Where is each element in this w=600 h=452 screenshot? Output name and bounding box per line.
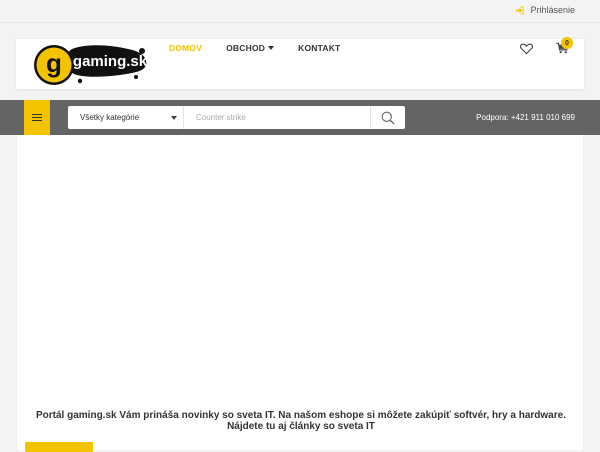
category-selected: Všetky kategórie	[80, 113, 140, 122]
search-bar: Všetky kategórie Podpora: +421 911 010 6…	[0, 100, 600, 135]
caret-down-icon	[171, 115, 177, 120]
cart-count-badge: 0	[561, 37, 573, 49]
logo-letter: g	[46, 48, 62, 78]
top-bar: Prihlásenie	[0, 0, 600, 23]
menu-button[interactable]	[24, 100, 50, 135]
nav-home[interactable]: DOMOV	[169, 43, 202, 53]
caret-down-icon	[268, 46, 275, 50]
nav-shop-label: OBCHOD	[226, 43, 266, 53]
search-input[interactable]	[184, 107, 370, 128]
hamburger-icon	[32, 114, 42, 121]
nav-shop[interactable]: OBCHOD	[226, 43, 275, 53]
support-phone: Podpora: +421 911 010 699	[476, 113, 575, 122]
nav-contact-label: KONTAKT	[298, 43, 341, 53]
search-icon	[381, 111, 395, 124]
logo-text: gaming.sk	[73, 53, 148, 70]
search-button[interactable]	[370, 106, 405, 129]
gaming-logo[interactable]: g gaming.sk	[32, 41, 150, 87]
search-box: Všetky kategórie	[68, 106, 405, 129]
login-link[interactable]: Prihlásenie	[515, 5, 575, 15]
login-label: Prihlásenie	[530, 5, 575, 15]
nav-contact[interactable]: KONTAKT	[298, 43, 340, 53]
main-content: Portál gaming.sk Vám prináša novinky so …	[16, 135, 584, 452]
intro-text: Portál gaming.sk Vám prináša novinky so …	[36, 410, 566, 432]
heart-icon[interactable]	[520, 43, 533, 55]
nav-home-label: DOMOV	[169, 43, 203, 53]
yellow-tab[interactable]	[25, 442, 93, 452]
sign-in-icon	[516, 5, 525, 15]
category-select[interactable]: Všetky kategórie	[68, 106, 184, 129]
main-nav: DOMOV OBCHOD KONTAKT	[169, 43, 364, 53]
main-header: g gaming.sk DOMOV OBCHOD KONTAKT	[16, 39, 584, 89]
